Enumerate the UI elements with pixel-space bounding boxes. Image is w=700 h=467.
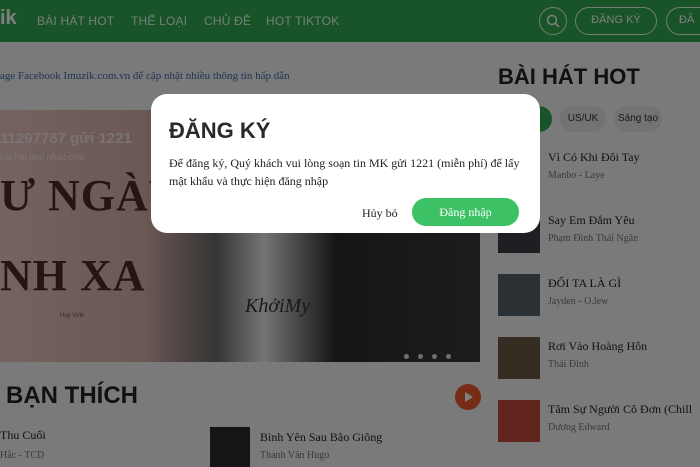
modal-backdrop[interactable] xyxy=(0,0,700,467)
register-dialog: ĐĂNG KÝ Để đăng ký, Quý khách vui lòng s… xyxy=(151,94,540,233)
dialog-title: ĐĂNG KÝ xyxy=(169,118,271,143)
dialog-message: Để đăng ký, Quý khách vui lòng soạn tin … xyxy=(169,156,520,188)
cancel-button[interactable]: Hủy bỏ xyxy=(362,206,398,221)
dialog-login-button[interactable]: Đăng nhập xyxy=(412,198,519,226)
